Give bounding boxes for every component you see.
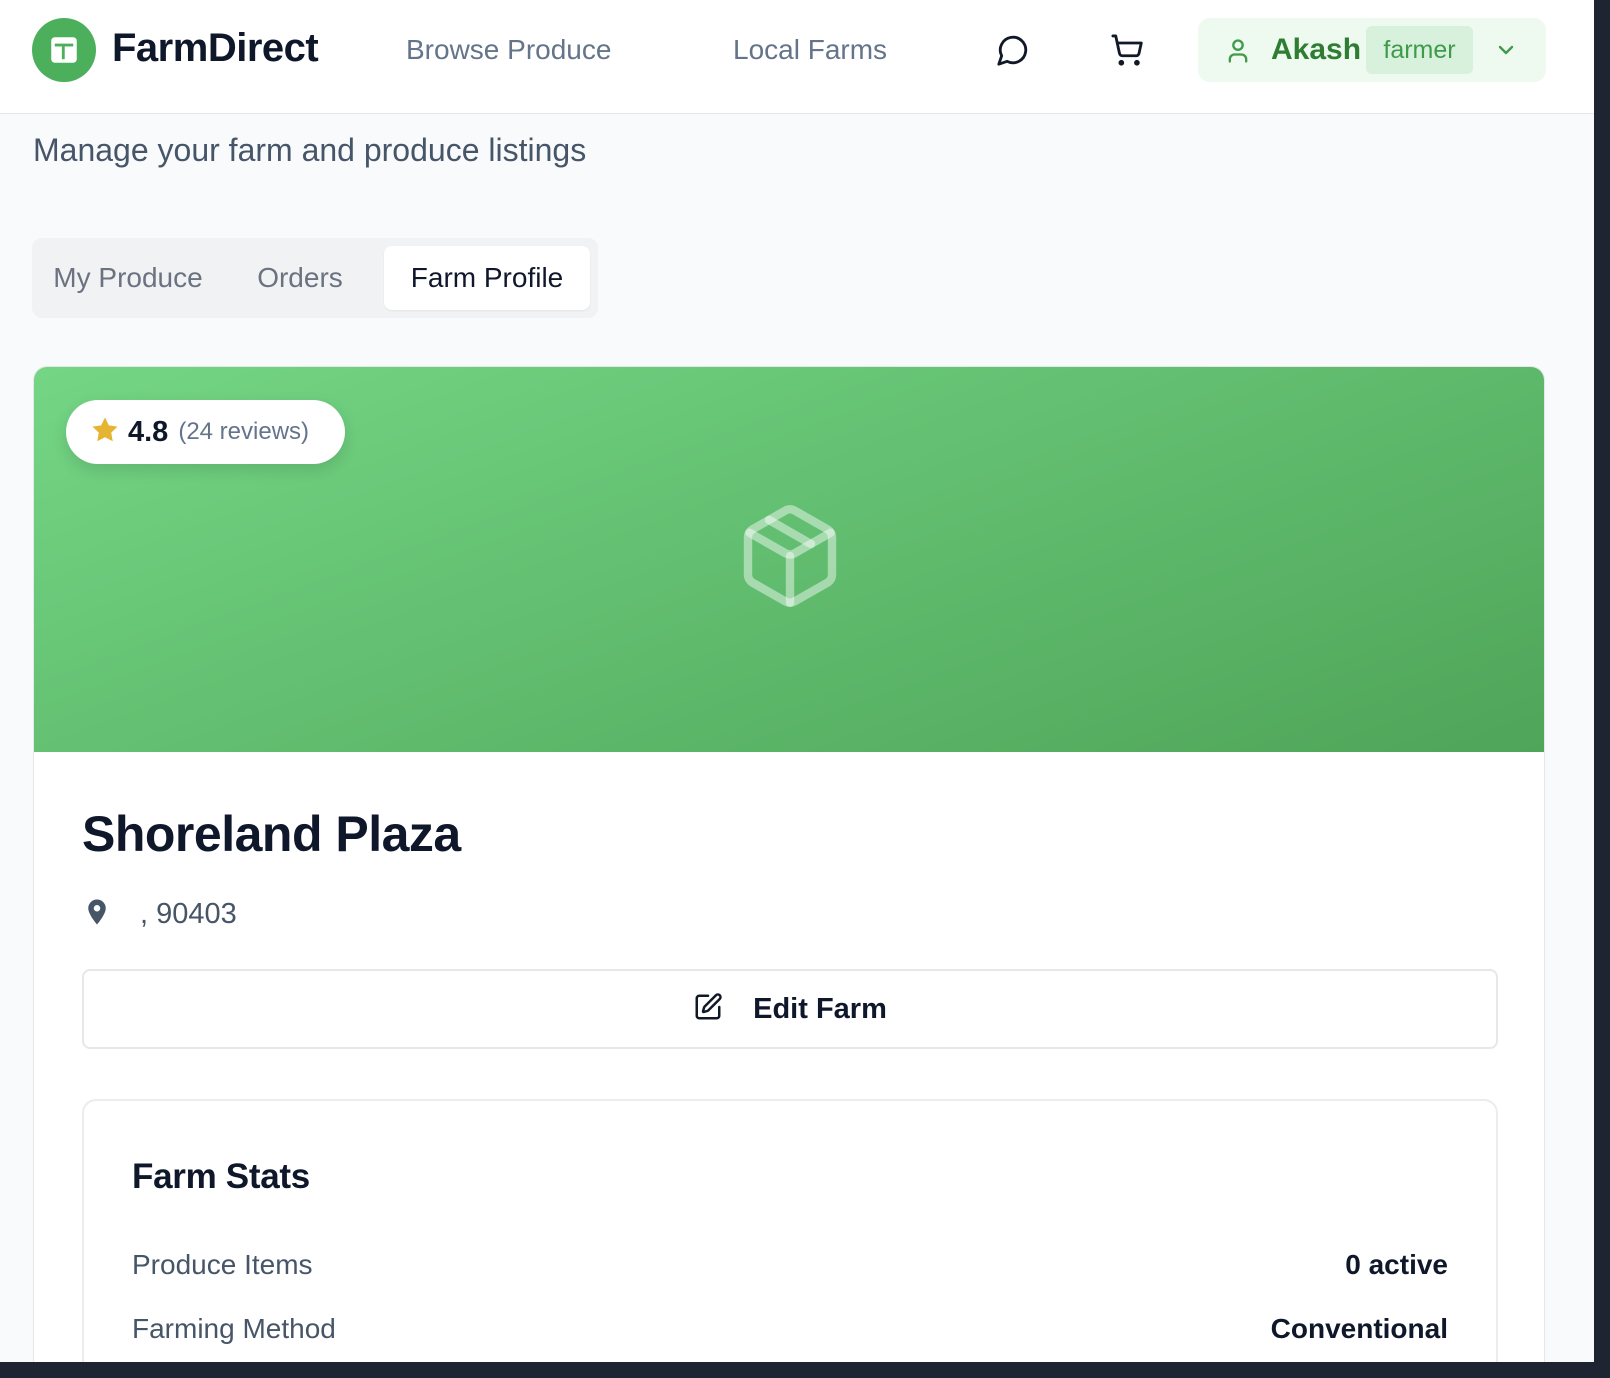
user-name: Akash xyxy=(1271,33,1362,66)
stat-value: Conventional xyxy=(1270,1313,1448,1344)
window-edge xyxy=(0,1362,1610,1378)
farm-name: Shoreland Plaza xyxy=(82,806,461,862)
rating-value: 4.8 xyxy=(128,415,169,448)
logo-icon[interactable] xyxy=(32,18,96,82)
edit-icon xyxy=(693,992,723,1027)
tab-orders[interactable]: Orders xyxy=(224,246,376,310)
page-subtitle: Manage your farm and produce listings xyxy=(33,132,587,168)
stat-label: Farming Method xyxy=(132,1313,336,1344)
farm-location: , 90403 xyxy=(82,897,237,932)
map-pin-icon xyxy=(82,897,112,932)
shopping-cart-icon[interactable] xyxy=(1107,30,1147,70)
stat-label: Produce Items xyxy=(132,1249,313,1280)
role-badge: farmer xyxy=(1366,26,1473,74)
window-edge xyxy=(1594,0,1610,1378)
location-text: , 90403 xyxy=(140,898,237,930)
tab-bar: My Produce Orders Farm Profile xyxy=(32,238,598,318)
tab-my-produce[interactable]: My Produce xyxy=(40,246,216,310)
stats-title: Farm Stats xyxy=(132,1157,310,1196)
message-circle-icon[interactable] xyxy=(993,30,1033,70)
farm-stats-panel: Farm Stats Produce Items 0 active Farmin… xyxy=(82,1099,1498,1377)
top-nav: FarmDirect Browse Produce Local Farms Ak… xyxy=(0,0,1594,114)
edit-farm-label: Edit Farm xyxy=(753,992,887,1025)
user-icon xyxy=(1224,36,1252,71)
farm-profile-card: 4.8 (24 reviews) Shoreland Plaza , 90403 xyxy=(33,366,1545,1378)
edit-farm-button[interactable]: Edit Farm xyxy=(82,969,1498,1049)
stat-row: Produce Items 0 active xyxy=(132,1249,1448,1289)
package-icon xyxy=(734,495,846,622)
stat-row: Farming Method Conventional xyxy=(132,1313,1448,1353)
stat-value: 0 active xyxy=(1345,1249,1448,1280)
tab-farm-profile[interactable]: Farm Profile xyxy=(384,246,590,310)
star-icon xyxy=(90,415,120,450)
brand-name[interactable]: FarmDirect xyxy=(112,26,319,71)
nav-browse-produce[interactable]: Browse Produce xyxy=(406,34,611,66)
farm-banner: 4.8 (24 reviews) xyxy=(34,367,1544,752)
review-count: (24 reviews) xyxy=(178,418,310,445)
chevron-down-icon[interactable] xyxy=(1494,38,1518,67)
user-menu[interactable]: Akash farmer xyxy=(1198,18,1546,82)
nav-local-farms[interactable]: Local Farms xyxy=(733,34,887,66)
rating-badge: 4.8 (24 reviews) xyxy=(66,400,345,464)
